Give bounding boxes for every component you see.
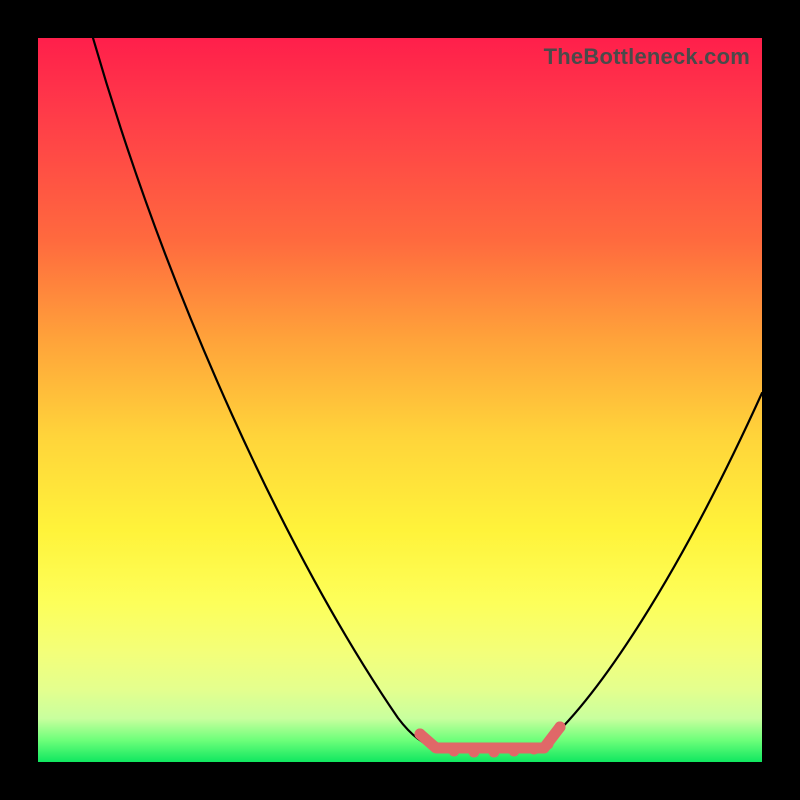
valley-dot [469,747,480,758]
curve-left [93,38,438,748]
bottleneck-curve [38,38,762,762]
valley-highlight [420,727,560,748]
plot-area: TheBottleneck.com [38,38,762,762]
valley-dot [529,744,540,755]
chart-frame: TheBottleneck.com [0,0,800,800]
valley-dot [415,729,426,740]
curve-right [543,393,762,746]
valley-dot [543,739,554,750]
valley-dot [449,746,460,757]
valley-dot [489,747,500,758]
valley-dot [509,746,520,757]
valley-dot [555,722,566,733]
valley-dot [430,742,441,753]
